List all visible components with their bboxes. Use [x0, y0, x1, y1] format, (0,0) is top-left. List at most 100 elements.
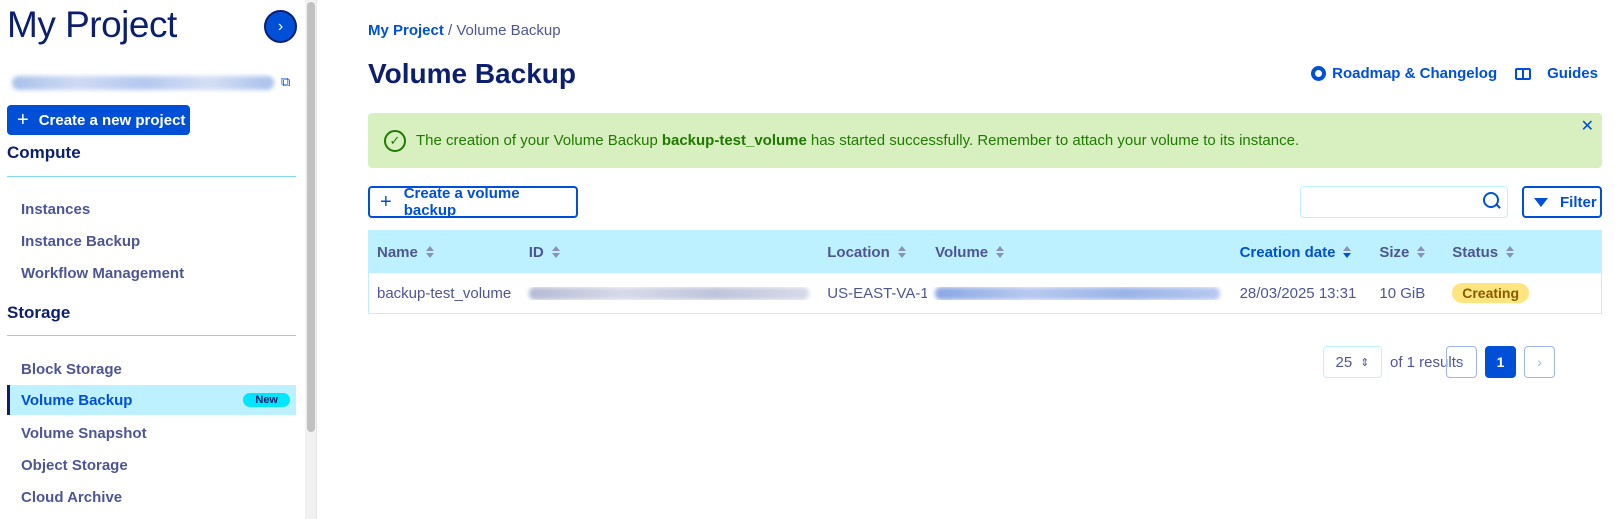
alert-backup-name: backup-test_volume: [661, 132, 807, 149]
page-button-1[interactable]: 1: [1485, 346, 1516, 378]
sidebar-item-label: Volume Backup: [21, 391, 133, 409]
create-volume-backup-label: Create a volume backup: [403, 185, 520, 219]
guides-label: Guides: [1547, 65, 1598, 82]
column-label: Creation date: [1239, 243, 1336, 261]
search-input[interactable]: [1300, 186, 1508, 218]
divider: [7, 176, 296, 177]
pagination: 25 ⇕ of 1 results ‹ 1 ›: [318, 346, 1615, 378]
guides-link[interactable]: Guides: [1515, 65, 1598, 82]
filter-button[interactable]: Filter: [1522, 186, 1602, 218]
github-icon: [1311, 66, 1327, 81]
header-links: Roadmap & Changelog Guides: [1311, 65, 1598, 82]
status-badge: Creating: [1452, 283, 1530, 303]
book-icon: [1515, 67, 1532, 80]
cell-volume[interactable]: [927, 286, 1232, 300]
sort-icon: [996, 246, 1005, 258]
sidebar-item-volume-backup[interactable]: Volume Backup New: [7, 385, 296, 415]
roadmap-link[interactable]: Roadmap & Changelog: [1311, 65, 1497, 82]
sidebar-collapse-button[interactable]: ›: [264, 10, 297, 43]
blurred-volume-link[interactable]: [935, 286, 1221, 300]
copy-icon[interactable]: ⧉: [281, 74, 295, 90]
sort-icon: [897, 246, 906, 258]
column-label: Location: [827, 243, 890, 261]
previous-page-button[interactable]: ‹: [1446, 346, 1477, 378]
page-size-select[interactable]: 25 ⇕: [1323, 346, 1382, 378]
new-badge: New: [243, 393, 290, 407]
create-project-button[interactable]: + Create a new project: [7, 105, 190, 135]
sidebar-item-label: Object Storage: [21, 456, 128, 474]
breadcrumb-root-link[interactable]: My Project: [368, 22, 444, 39]
sidebar-item-volume-snapshot[interactable]: Volume Snapshot: [7, 418, 296, 448]
cell-id: [521, 286, 820, 300]
sort-icon: [1417, 246, 1426, 258]
section-title-storage: Storage: [7, 303, 71, 322]
sidebar-item-cloud-archive[interactable]: Cloud Archive: [7, 482, 296, 512]
alert-text-before: The creation of your Volume Backup: [416, 132, 658, 149]
table-header: Name ID Location Volume Creation date Si…: [369, 231, 1601, 273]
sidebar-item-label: Instance Backup: [21, 232, 141, 250]
breadcrumb: My Project / Volume Backup: [368, 22, 561, 39]
section-title-compute: Compute: [7, 143, 81, 162]
cell-creation-date: 28/03/2025 13:31: [1239, 284, 1357, 302]
project-id-blurred: [12, 76, 274, 90]
column-header-name[interactable]: Name: [369, 244, 521, 261]
sidebar-item-instance-backup[interactable]: Instance Backup: [7, 226, 296, 256]
chevron-left-icon: ‹: [1459, 354, 1464, 370]
sidebar-item-label: Cloud Archive: [21, 488, 123, 506]
column-label: Status: [1452, 243, 1499, 261]
column-header-size[interactable]: Size: [1371, 244, 1444, 261]
create-project-label: Create a new project: [38, 111, 186, 129]
chevron-up-down-icon: ⇕: [1360, 356, 1370, 369]
table-row[interactable]: backup-test_volume US-EAST-VA-1 28/03/20…: [369, 273, 1601, 313]
sort-icon: [425, 246, 434, 258]
success-alert: ✓ The creation of your Volume Backup bac…: [368, 113, 1602, 168]
chevron-right-icon: ›: [277, 17, 284, 35]
backups-table: Name ID Location Volume Creation date Si…: [368, 230, 1602, 314]
chevron-right-icon: ›: [1537, 354, 1542, 370]
column-header-volume[interactable]: Volume: [927, 244, 1232, 261]
divider: [7, 335, 296, 336]
blurred-id: [528, 286, 809, 300]
sort-desc-icon: [1343, 246, 1352, 258]
main-content: My Project / Volume Backup Volume Backup…: [318, 0, 1615, 519]
cell-location: US-EAST-VA-1: [827, 284, 928, 302]
sort-icon: [551, 246, 560, 258]
sidebar-item-block-storage[interactable]: Block Storage: [7, 354, 296, 384]
sidebar-item-label: Block Storage: [21, 360, 122, 378]
column-label: Volume: [935, 243, 989, 261]
column-header-status[interactable]: Status: [1444, 244, 1601, 261]
project-title: My Project: [7, 4, 177, 45]
sidebar-item-label: Instances: [21, 200, 91, 218]
next-page-button[interactable]: ›: [1524, 346, 1555, 378]
breadcrumb-separator: /: [448, 22, 453, 39]
sidebar-item-object-storage[interactable]: Object Storage: [7, 450, 296, 480]
filter-label: Filter: [1560, 193, 1597, 211]
plus-icon: +: [380, 191, 392, 213]
check-circle-icon: ✓: [384, 129, 406, 152]
page-title: Volume Backup: [368, 58, 576, 89]
sidebar-item-label: Volume Snapshot: [21, 424, 147, 442]
roadmap-label: Roadmap & Changelog: [1332, 65, 1498, 82]
column-header-id[interactable]: ID: [521, 244, 820, 261]
column-label: Size: [1379, 243, 1410, 261]
cell-name: backup-test_volume: [377, 284, 512, 302]
plus-icon: +: [17, 109, 29, 131]
sidebar-item-workflow-management[interactable]: Workflow Management: [7, 258, 296, 288]
column-label: ID: [528, 243, 544, 261]
cell-status: Creating: [1444, 283, 1601, 303]
search-icon[interactable]: [1483, 192, 1501, 210]
filter-icon: [1534, 197, 1548, 207]
sidebar-item-label: Workflow Management: [21, 264, 185, 282]
breadcrumb-current: Volume Backup: [456, 22, 561, 39]
page-size-value: 25: [1335, 353, 1353, 371]
sidebar-item-instances[interactable]: Instances: [7, 194, 296, 224]
sidebar: My Project › ⧉ + Create a new project Co…: [0, 0, 305, 519]
create-volume-backup-button[interactable]: + Create a volume backup: [368, 185, 578, 219]
close-icon[interactable]: ✕: [1581, 116, 1594, 136]
cell-size: 10 GiB: [1379, 284, 1426, 302]
column-header-creation-date[interactable]: Creation date: [1232, 244, 1372, 261]
column-label: Name: [377, 243, 418, 261]
sort-icon: [1506, 246, 1515, 258]
column-header-location[interactable]: Location: [819, 244, 927, 261]
sidebar-scrollbar-thumb[interactable]: [307, 2, 315, 432]
